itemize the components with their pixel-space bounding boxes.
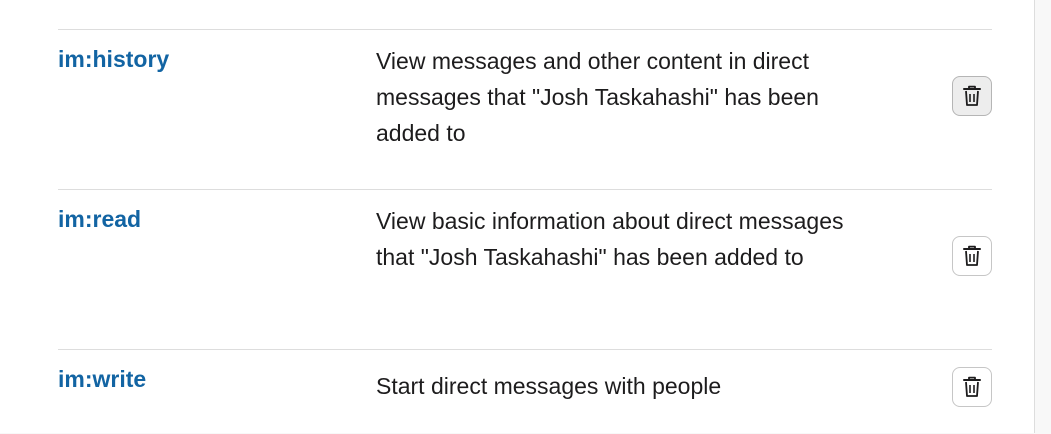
trash-icon (962, 376, 982, 398)
oauth-scopes-panel: im:history View messages and other conte… (0, 0, 1035, 433)
remove-scope-im-write-button[interactable] (952, 367, 992, 407)
scope-description-im-read: View basic information about direct mess… (376, 208, 844, 270)
scope-row-im-read: im:read View basic information about dir… (58, 189, 992, 350)
remove-scope-im-read-button[interactable] (952, 236, 992, 276)
scope-row-im-history: im:history View messages and other conte… (58, 29, 992, 190)
scope-description-im-history: View messages and other content in direc… (376, 48, 819, 146)
scope-name-im-read[interactable]: im:read (58, 206, 141, 233)
scope-name-im-write[interactable]: im:write (58, 366, 146, 393)
scope-row-im-write: im:write Start direct messages with peop… (58, 349, 992, 434)
scope-name-im-history[interactable]: im:history (58, 46, 169, 73)
trash-icon (962, 85, 982, 107)
trash-icon (962, 245, 982, 267)
remove-scope-im-history-button[interactable] (952, 76, 992, 116)
scope-description-im-write: Start direct messages with people (376, 373, 722, 399)
